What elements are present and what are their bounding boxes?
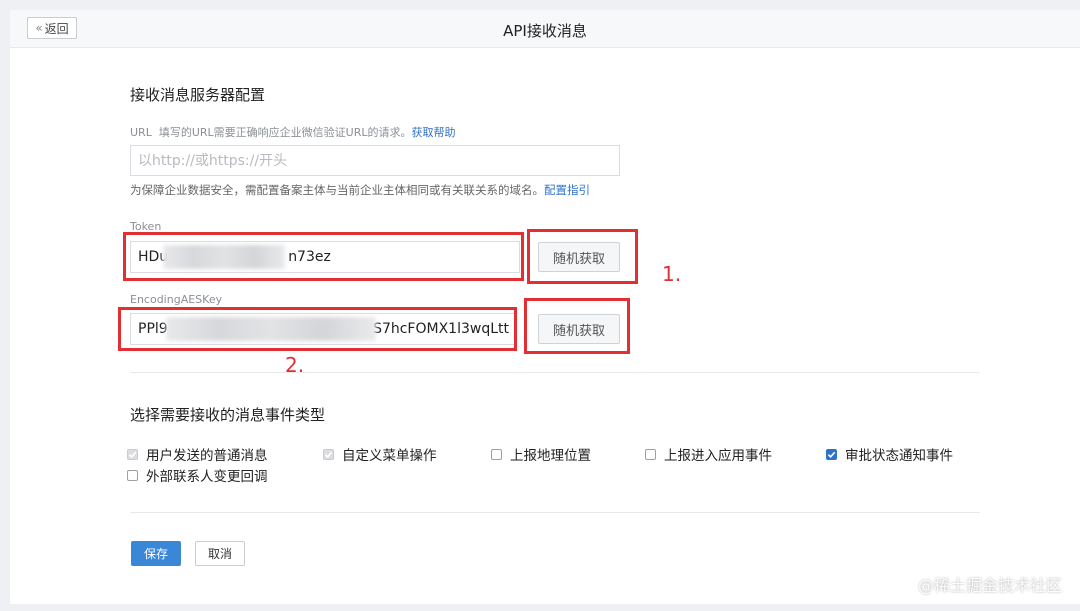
event-label: 上报地理位置 (510, 448, 591, 464)
url-label-line: URL 填写的URL需要正确响应企业微信验证URL的请求。获取帮助 (130, 124, 455, 140)
checkbox-checked[interactable] (826, 448, 837, 460)
event-label: 上报进入应用事件 (664, 448, 772, 464)
event-checkbox-approval[interactable]: 审批状态通知事件 (826, 444, 953, 464)
annotation-marker-1: 1. (662, 262, 682, 286)
event-label: 自定义菜单操作 (342, 448, 437, 464)
domain-hint-text: 为保障企业数据安全，需配置备案主体与当前企业主体相同或有关联关系的域名。 (130, 183, 544, 197)
event-label: 外部联系人变更回调 (146, 469, 268, 485)
url-help-link[interactable]: 获取帮助 (411, 126, 455, 139)
page-title: API接收消息 (503, 22, 587, 40)
event-label: 用户发送的普通消息 (146, 448, 268, 464)
annotation-marker-2: 2. (285, 353, 305, 377)
annotation-box-token (123, 232, 524, 281)
event-types-title: 选择需要接收的消息事件类型 (130, 406, 326, 424)
section-divider (130, 372, 980, 373)
page-header: « 返回 API接收消息 (10, 10, 1080, 48)
checkbox-unchecked[interactable] (645, 448, 656, 460)
cancel-button[interactable]: 取消 (195, 541, 245, 566)
aes-key-label: EncodingAESKey (130, 293, 223, 306)
event-checkbox-custom-menu[interactable]: 自定义菜单操作 (323, 444, 437, 464)
server-config-title: 接收消息服务器配置 (130, 86, 266, 104)
event-checkbox-external-contact[interactable]: 外部联系人变更回调 (127, 465, 268, 485)
actions-divider (130, 512, 980, 513)
annotation-box-token-button (527, 229, 638, 284)
domain-hint: 为保障企业数据安全，需配置备案主体与当前企业主体相同或有关联关系的域名。配置指引 (130, 182, 590, 198)
event-checkbox-enter-app[interactable]: 上报进入应用事件 (645, 444, 772, 464)
checkbox-checked-disabled[interactable] (127, 448, 138, 460)
event-label: 审批状态通知事件 (845, 448, 953, 464)
url-description: 填写的URL需要正确响应企业微信验证URL的请求。 (158, 126, 412, 139)
config-guide-link[interactable]: 配置指引 (544, 183, 590, 197)
url-input[interactable] (130, 145, 620, 176)
event-checkbox-location[interactable]: 上报地理位置 (491, 444, 591, 464)
checkbox-checked-disabled[interactable] (323, 448, 334, 460)
checkbox-unchecked[interactable] (491, 448, 502, 460)
annotation-box-aes-button (524, 298, 630, 354)
event-checkbox-user-message[interactable]: 用户发送的普通消息 (127, 444, 268, 464)
save-button[interactable]: 保存 (131, 541, 181, 566)
watermark: @稀土掘金技术社区 (917, 576, 1062, 595)
url-label: URL (130, 126, 152, 139)
annotation-box-aes (118, 307, 517, 351)
checkbox-unchecked[interactable] (127, 469, 138, 481)
